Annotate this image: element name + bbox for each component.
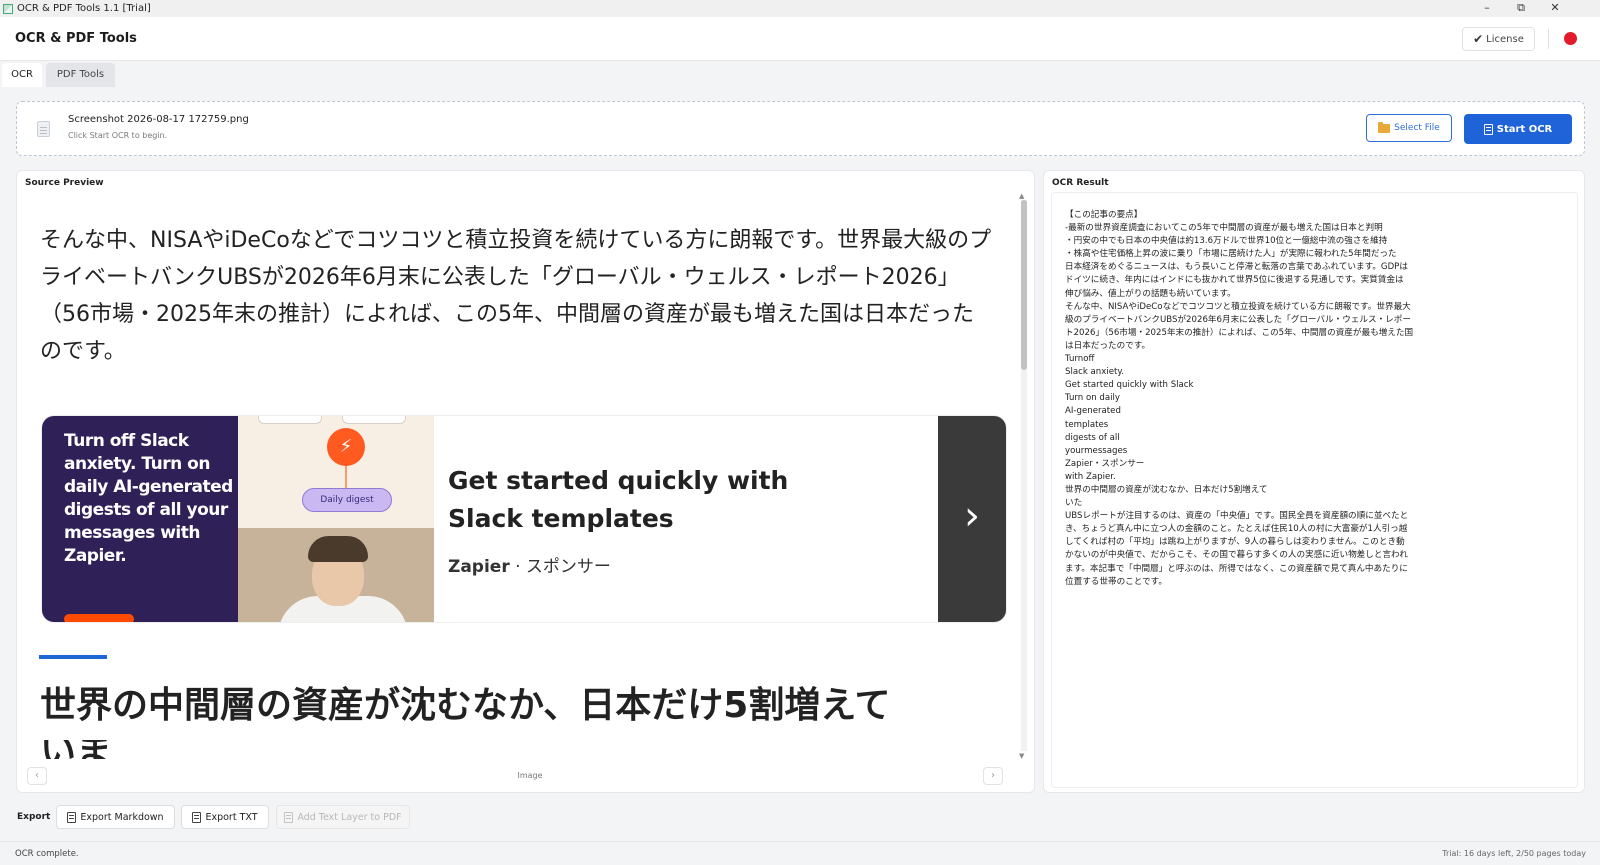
source-preview-title: Source Preview — [25, 178, 104, 188]
ad-sponsor: Zapier · スポンサー — [448, 552, 611, 577]
document-icon — [192, 811, 202, 823]
app-icon — [3, 3, 13, 14]
checkmark-icon: ✔ — [1473, 32, 1484, 46]
window-title: OCR & PDF Tools 1.1 [Trial] — [17, 3, 151, 14]
preview-scrollbar[interactable]: ▲ ▼ — [1018, 192, 1028, 760]
ocr-result-textarea[interactable]: 【この記事の要点】 -最新の世界資産調査においてこの5年で中間層の資産が最も増え… — [1051, 192, 1578, 788]
source-preview-panel: Source Preview そんな中、NISAやiDeCoなどでコツコツと積立… — [16, 170, 1035, 793]
trial-status: Trial: 16 days left, 2/50 pages today — [1442, 849, 1586, 858]
status-message: OCR complete. — [15, 849, 79, 859]
preview-image[interactable]: そんな中、NISAやiDeCoなどでコツコツと積立投資を続けている方に朗報です。… — [27, 192, 1026, 759]
chevron-right-icon: › — [938, 416, 1006, 622]
add-text-layer-button[interactable]: Add Text Layer to PDF — [276, 805, 410, 829]
select-file-label: Select File — [1394, 123, 1440, 133]
file-name: Screenshot 2026-08-17 172759.png — [68, 114, 249, 125]
minimize-button[interactable]: – — [1470, 0, 1504, 17]
export-txt-label: Export TXT — [205, 811, 258, 823]
export-markdown-label: Export Markdown — [80, 811, 164, 823]
close-button[interactable]: ✕ — [1538, 0, 1572, 17]
file-icon — [37, 121, 50, 137]
license-label: License — [1486, 33, 1524, 45]
ad-left-text: Turn off Slack anxiety. Turn on daily AI… — [64, 431, 233, 566]
export-bar: Export Export Markdown Export TXT Add Te… — [0, 801, 1600, 833]
ad-person-hair — [308, 536, 368, 562]
document-icon — [67, 811, 77, 823]
ad-headline: Get started quickly with Slack templates — [448, 466, 789, 533]
slack-zapier-ad: Turn off Slack anxiety. Turn on daily AI… — [42, 416, 1006, 622]
article-heading: 世界の中間層の資産が沈むなか、日本だけ5割増えて — [40, 685, 891, 726]
document-icon — [284, 811, 294, 823]
ocr-result-text: 【この記事の要点】 -最新の世界資産調査においてこの5年で中間層の資産が最も増え… — [1065, 210, 1414, 587]
scrollbar-thumb[interactable] — [1021, 200, 1027, 370]
scroll-down-icon[interactable]: ▼ — [1019, 752, 1024, 760]
ocr-result-title: OCR Result — [1052, 178, 1109, 188]
export-label: Export — [17, 812, 51, 822]
tab-ocr[interactable]: OCR — [2, 63, 42, 87]
start-ocr-button[interactable]: Start OCR — [1464, 114, 1572, 144]
document-icon — [1483, 123, 1493, 135]
tab-pdf-tools[interactable]: PDF Tools — [46, 63, 115, 87]
preview-paragraph: そんな中、NISAやiDeCoなどでコツコツと積立投資を続けている方に朗報です。… — [40, 228, 992, 364]
main-tabs: OCR PDF Tools — [0, 62, 1600, 88]
maximize-button[interactable]: ⧉ — [1504, 0, 1538, 17]
next-image-button[interactable]: › — [983, 767, 1003, 785]
accent-rule — [39, 655, 107, 659]
select-file-button[interactable]: Select File — [1366, 114, 1452, 142]
ad-purple-panel: Turn off Slack anxiety. Turn on daily AI… — [42, 416, 238, 622]
header-divider — [1548, 29, 1549, 49]
ad-card-shape — [342, 416, 406, 424]
app-title: OCR & PDF Tools — [15, 31, 137, 46]
file-hint: Click Start OCR to begin. — [68, 131, 168, 140]
lightning-icon: ⚡ — [327, 428, 365, 466]
ad-sponsor-suffix: · スポンサー — [515, 557, 611, 577]
ocr-result-panel: OCR Result 【この記事の要点】 -最新の世界資産調査においてこの5年で… — [1043, 170, 1585, 793]
status-bar: OCR complete. Trial: 16 days left, 2/50 … — [0, 841, 1600, 865]
file-drop-zone[interactable]: Screenshot 2026-08-17 172759.png Click S… — [16, 101, 1585, 156]
export-markdown-button[interactable]: Export Markdown — [56, 805, 175, 829]
export-txt-button[interactable]: Export TXT — [181, 805, 269, 829]
daily-digest-pill: Daily digest — [302, 488, 392, 512]
folder-icon — [1378, 121, 1391, 133]
start-ocr-label: Start OCR — [1496, 123, 1553, 135]
image-label: Image — [517, 771, 543, 780]
ad-connector-line — [345, 466, 347, 488]
ad-sponsor-brand: Zapier — [448, 557, 510, 577]
ad-card-shape — [258, 416, 322, 424]
article-heading-cut: いま — [40, 740, 112, 759]
ad-orange-strip — [64, 614, 134, 622]
window-titlebar: OCR & PDF Tools 1.1 [Trial] – ⧉ ✕ — [0, 0, 1600, 17]
prev-image-button[interactable]: ‹ — [27, 767, 47, 785]
app-header: OCR & PDF Tools ✔ License — [0, 17, 1600, 61]
license-button[interactable]: ✔ License — [1462, 27, 1535, 51]
status-indicator-dot — [1564, 32, 1577, 45]
add-text-layer-label: Add Text Layer to PDF — [297, 811, 402, 823]
scroll-up-icon[interactable]: ▲ — [1019, 192, 1024, 200]
